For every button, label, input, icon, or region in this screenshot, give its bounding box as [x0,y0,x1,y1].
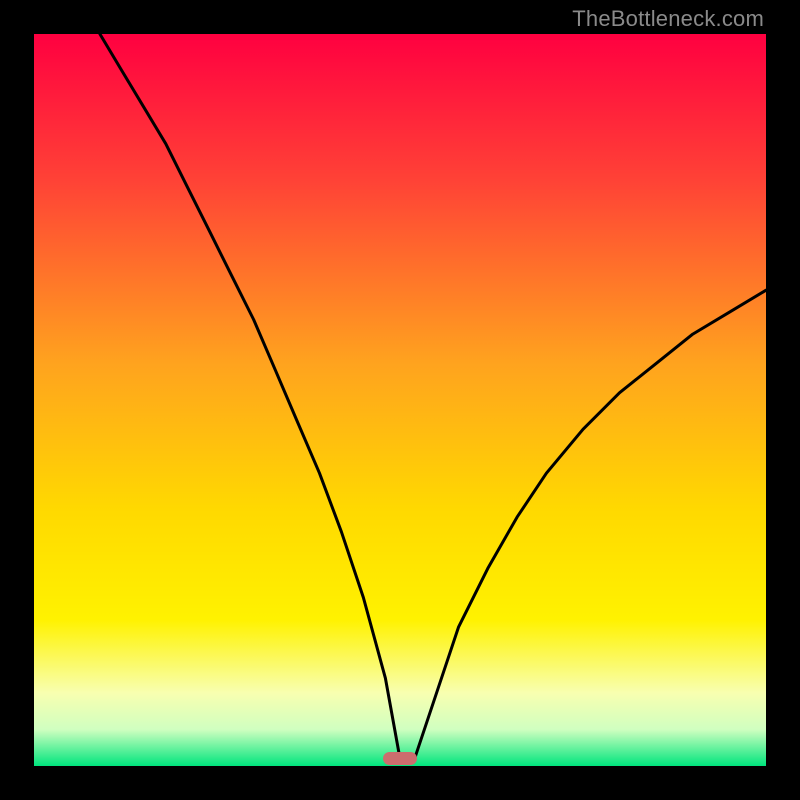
chart-frame: TheBottleneck.com [0,0,800,800]
bottleneck-curve [34,34,766,766]
optimum-marker [383,752,417,765]
plot-area [34,34,766,766]
watermark-text: TheBottleneck.com [572,6,764,32]
